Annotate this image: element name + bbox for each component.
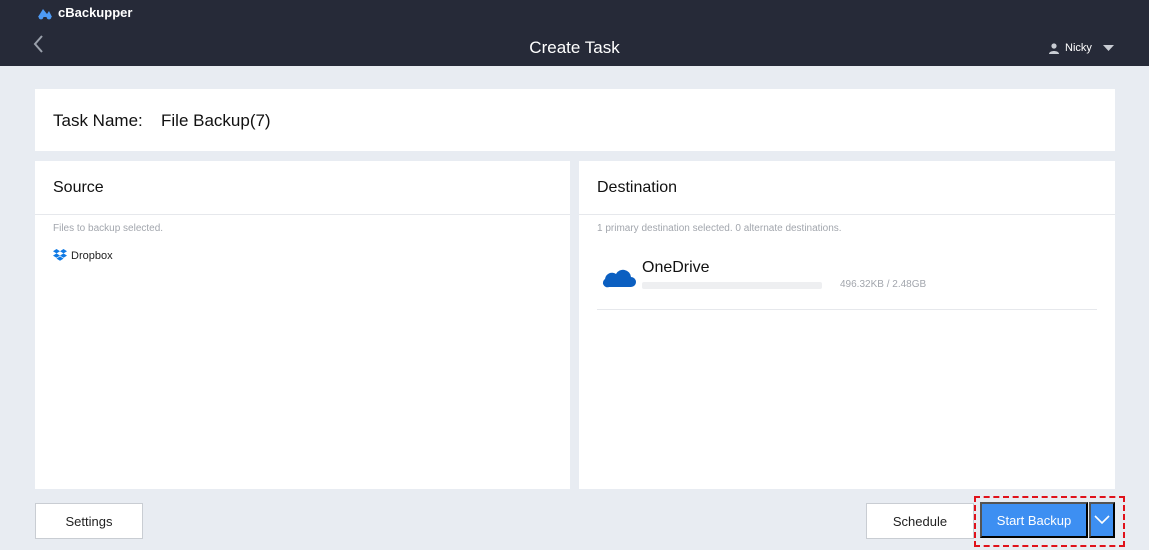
source-divider <box>35 214 570 215</box>
destination-item-divider <box>597 309 1097 310</box>
source-title: Source <box>53 179 104 196</box>
destination-item-label: OneDrive <box>642 259 710 276</box>
onedrive-cloud-icon <box>602 269 636 288</box>
source-item-dropbox[interactable]: Dropbox <box>53 249 113 262</box>
settings-button[interactable]: Settings <box>35 503 143 539</box>
user-name: Nicky <box>1065 42 1092 54</box>
logo-icon <box>38 8 52 19</box>
storage-usage-bar <box>642 282 822 289</box>
task-name-panel: Task Name: File Backup(7) <box>35 89 1115 151</box>
destination-divider <box>579 214 1115 215</box>
user-menu[interactable]: Nicky <box>1048 42 1114 54</box>
dropbox-icon <box>53 249 67 261</box>
destination-item-onedrive[interactable]: OneDrive 496.32KB / 2.48GB <box>597 255 1097 310</box>
user-icon <box>1049 43 1059 54</box>
start-backup-button[interactable]: Start Backup <box>980 502 1088 538</box>
task-name-value[interactable]: File Backup(7) <box>161 111 271 131</box>
task-name-label: Task Name: <box>53 111 143 130</box>
schedule-button[interactable]: Schedule <box>866 503 974 539</box>
app-name: cBackupper <box>58 5 133 20</box>
start-backup-dropdown[interactable] <box>1089 502 1115 538</box>
source-hint: Files to backup selected. <box>53 223 164 234</box>
chevron-down-icon <box>1102 45 1114 51</box>
app-logo: cBackupper <box>36 5 132 20</box>
destination-hint: 1 primary destination selected. 0 altern… <box>597 223 842 234</box>
destination-title: Destination <box>597 179 678 196</box>
source-panel: Source Files to backup selected. Dropbox <box>35 161 570 489</box>
storage-usage-text: 496.32KB / 2.48GB <box>840 279 927 290</box>
destination-panel: Destination 1 primary destination select… <box>579 161 1115 489</box>
title-bar: cBackupper Create Task Nicky <box>0 0 1149 66</box>
page-title: Create Task <box>529 38 620 57</box>
source-item-label: Dropbox <box>71 249 113 262</box>
chevron-down-icon <box>1094 515 1110 525</box>
